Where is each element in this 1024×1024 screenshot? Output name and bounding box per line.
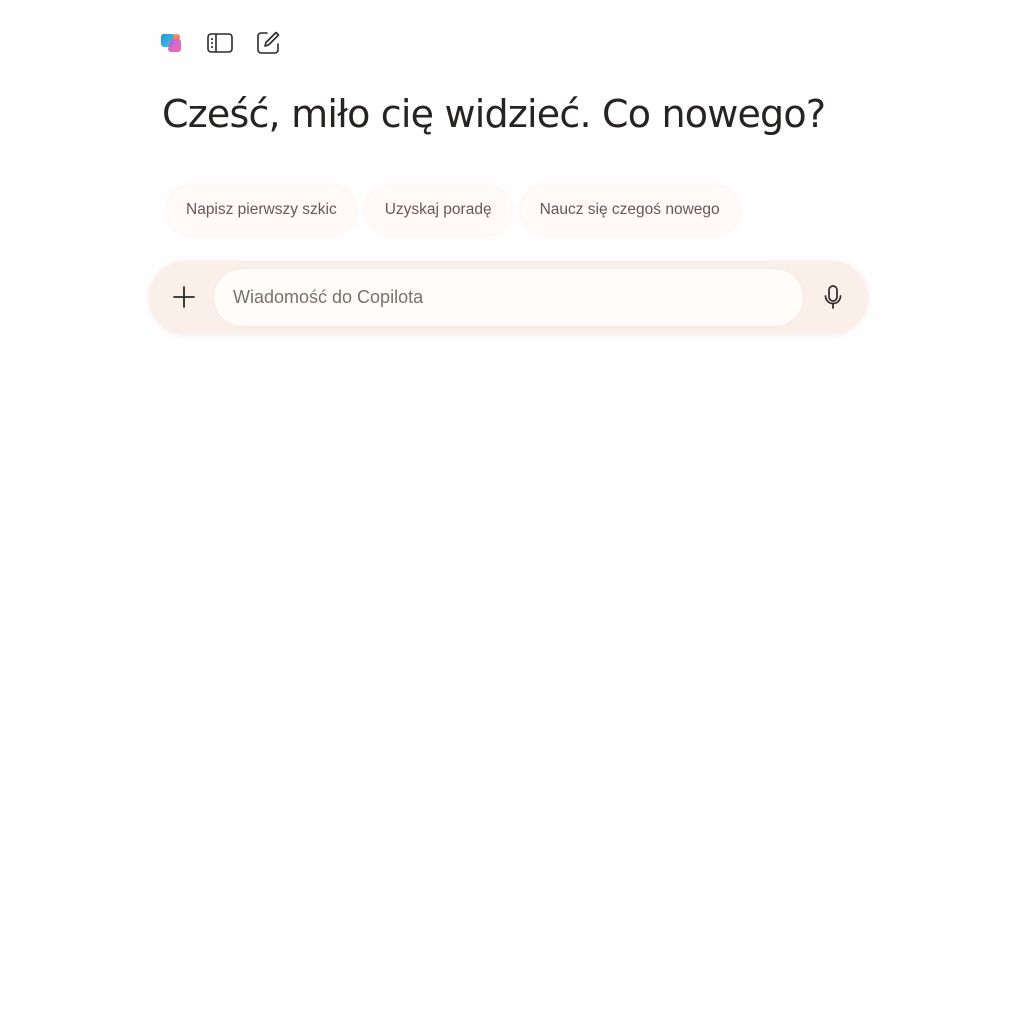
copilot-home: Cześć, miło cię widzieć. Co nowego? Napi… xyxy=(0,0,1024,1024)
microphone-button[interactable] xyxy=(810,274,856,320)
sidebar-toggle-icon xyxy=(207,33,233,53)
suggestion-chip-advice[interactable]: Uzyskaj poradę xyxy=(365,186,511,234)
copilot-logo-icon[interactable] xyxy=(157,28,187,58)
microphone-icon xyxy=(824,285,842,309)
new-chat-button[interactable] xyxy=(253,28,283,58)
message-composer xyxy=(149,261,868,334)
suggestion-chip-draft[interactable]: Napisz pierwszy szkic xyxy=(167,186,356,234)
add-attachment-button[interactable] xyxy=(161,274,207,320)
plus-icon xyxy=(173,286,195,308)
sidebar-toggle-button[interactable] xyxy=(205,28,235,58)
message-input[interactable] xyxy=(214,269,803,326)
greeting-heading: Cześć, miło cię widzieć. Co nowego? xyxy=(162,92,826,136)
new-chat-icon xyxy=(257,31,280,54)
message-input-wrapper xyxy=(214,269,803,326)
top-toolbar xyxy=(157,28,283,58)
suggestion-chip-learn[interactable]: Naucz się czegoś nowego xyxy=(520,186,739,234)
suggestion-chips: Napisz pierwszy szkic Uzyskaj poradę Nau… xyxy=(167,186,739,234)
